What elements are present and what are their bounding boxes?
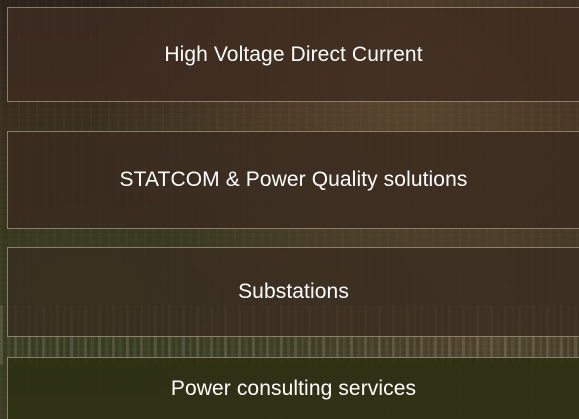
service-menu: High Voltage Direct Current STATCOM & Po…: [0, 0, 579, 419]
menu-item-label: Substations: [238, 280, 349, 303]
menu-item-consulting[interactable]: Power consulting services: [7, 357, 579, 419]
menu-item-substations[interactable]: Substations: [7, 247, 579, 337]
menu-item-label: High Voltage Direct Current: [164, 42, 423, 66]
menu-item-statcom[interactable]: STATCOM & Power Quality solutions: [7, 131, 579, 229]
menu-item-label: Power consulting services: [170, 376, 417, 400]
menu-item-hvdc[interactable]: High Voltage Direct Current: [7, 7, 579, 102]
menu-item-label: STATCOM & Power Quality solutions: [119, 168, 468, 191]
